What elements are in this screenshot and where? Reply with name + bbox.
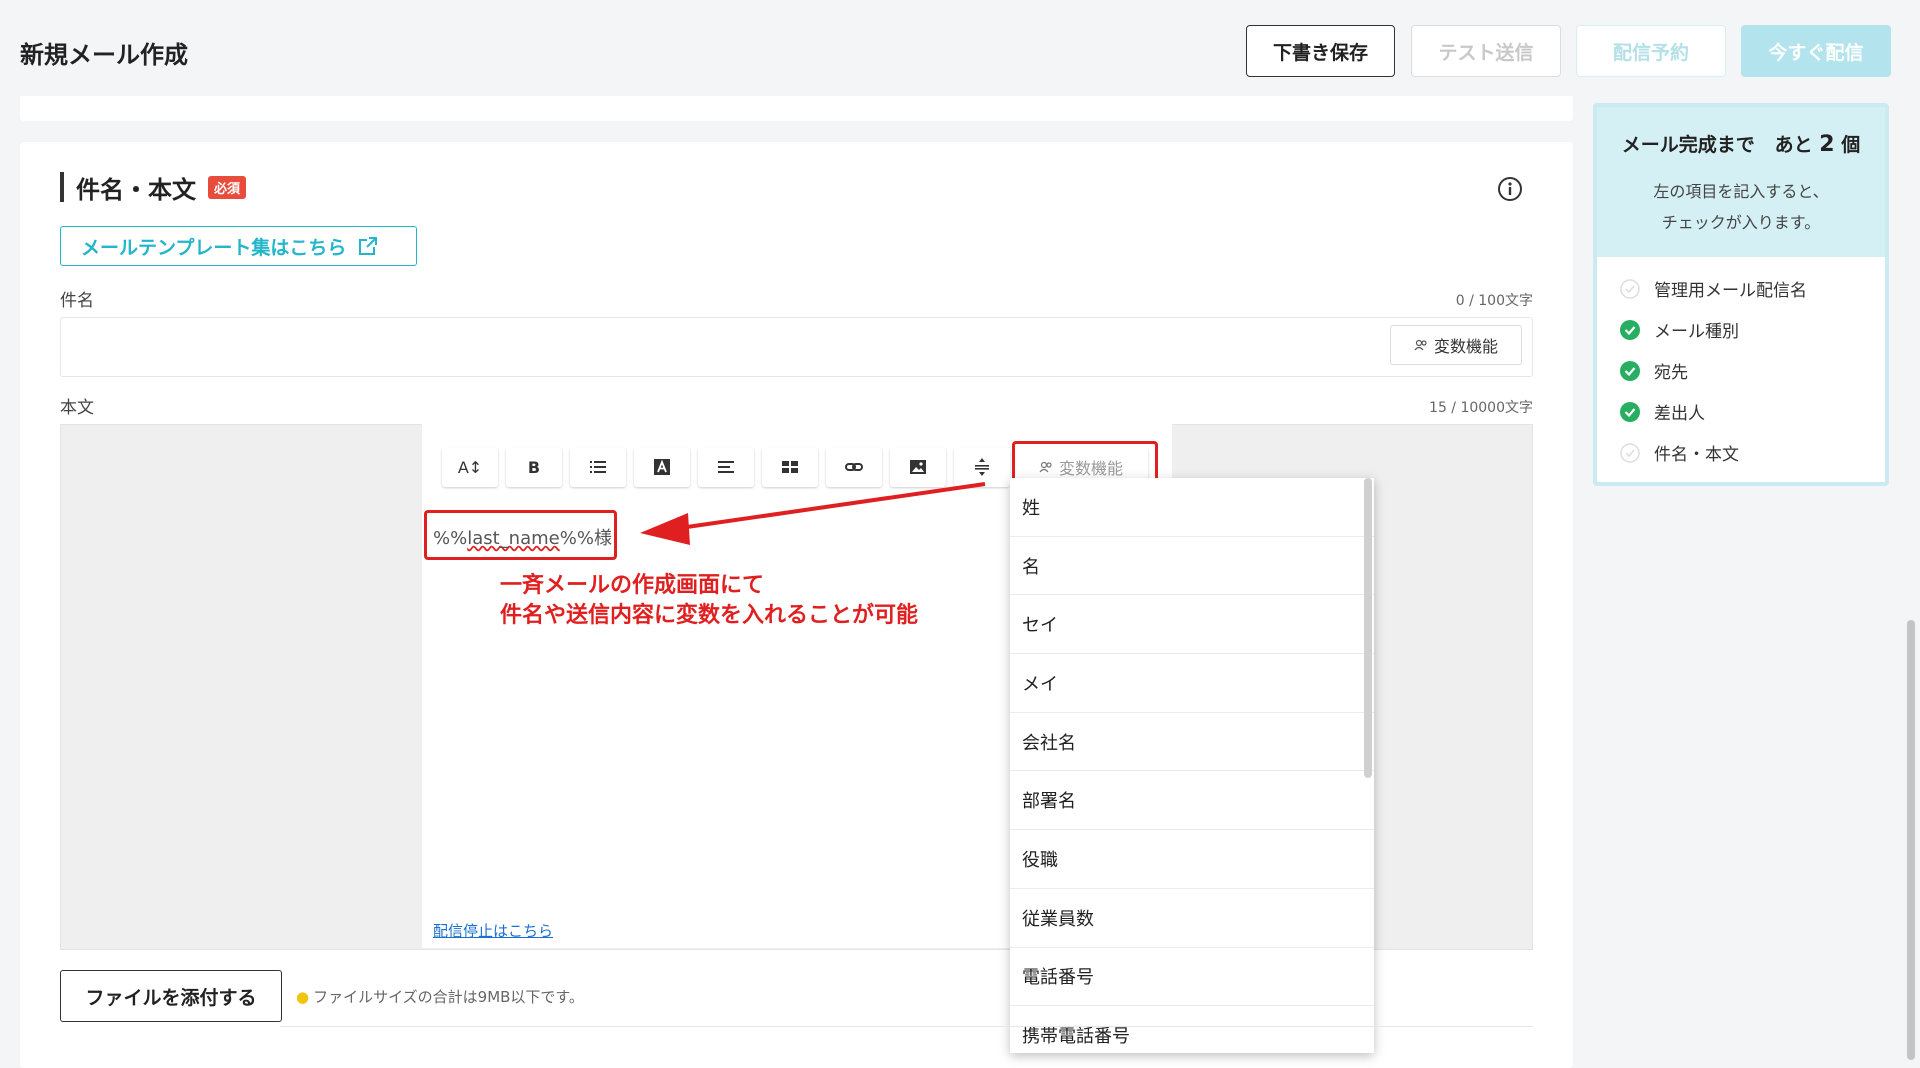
table-icon: [782, 461, 798, 473]
send-now-button[interactable]: 今すぐ配信: [1741, 25, 1891, 77]
text-color-button[interactable]: [634, 447, 690, 487]
attach-file-button[interactable]: ファイルを添付する: [60, 970, 282, 1022]
previous-section-card: [20, 96, 1573, 121]
table-button[interactable]: [762, 447, 818, 487]
section-title: 件名・本文 必須: [60, 172, 247, 204]
check-pending-icon: [1620, 442, 1640, 463]
divider: [280, 1026, 1533, 1027]
annotation-line-1: 一斉メールの作成画面にて: [500, 573, 765, 598]
dropdown-item-last-name[interactable]: 姓: [1010, 478, 1374, 537]
font-size-icon: A↕: [457, 457, 483, 477]
annotation-line-2: 件名や送信内容に変数を入れることが可能: [500, 603, 919, 628]
external-link-icon: [359, 237, 378, 255]
checklist-remaining-suffix: 個: [1841, 134, 1861, 156]
dropdown-scrollbar[interactable]: [1364, 478, 1372, 778]
variable-dropdown[interactable]: 姓 名 セイ メイ 会社名 部署名 役職 従業員数 電話番号 携帯電話番号: [1010, 478, 1374, 1053]
checklist-remaining-count: 2: [1819, 132, 1835, 157]
check-done-icon: [1620, 319, 1640, 340]
dropdown-item-department[interactable]: 部署名: [1010, 771, 1374, 831]
required-badge: 必須: [208, 175, 247, 199]
dropdown-item-first-name-kana[interactable]: メイ: [1010, 654, 1374, 713]
dropdown-item-first-name[interactable]: 名: [1010, 537, 1374, 596]
checklist-item-label: 管理用メール配信名: [1654, 281, 1807, 301]
users-icon: [1414, 339, 1427, 351]
dropdown-item-company[interactable]: 会社名: [1010, 713, 1374, 772]
body-label: 本文: [60, 398, 94, 418]
dropdown-item-last-name-kana[interactable]: セイ: [1010, 595, 1374, 655]
list-button[interactable]: [570, 447, 626, 487]
image-icon: [910, 460, 926, 474]
lightbulb-icon: ●: [296, 987, 310, 1006]
checklist-description: 左の項目を記入すると、 チェックが入ります。: [1597, 176, 1885, 238]
annotation-callout: 一斉メールの作成画面にて 件名や送信内容に変数を入れることが可能: [500, 571, 918, 631]
attachment-hint: ● ファイルサイズの合計は9MB以下です。: [296, 986, 584, 1007]
spacing-button[interactable]: [954, 447, 1010, 487]
unsubscribe-link[interactable]: 配信停止はこちら: [433, 920, 553, 941]
save-draft-button[interactable]: 下書き保存: [1246, 25, 1395, 77]
body-counter: 15 / 10000文字: [1429, 400, 1533, 416]
section-title-text: 件名・本文: [76, 175, 196, 204]
template-link[interactable]: メールテンプレート集はこちら: [60, 226, 417, 266]
checklist-item: 管理用メール配信名: [1620, 276, 1807, 301]
page-title: 新規メール作成: [20, 41, 188, 69]
list-icon: [590, 461, 606, 473]
variable-text-highlight: [424, 510, 617, 560]
page-scrollbar[interactable]: [1907, 620, 1915, 1060]
link-icon: [845, 463, 863, 471]
dropdown-item-employees[interactable]: 従業員数: [1010, 889, 1374, 948]
check-done-icon: [1620, 401, 1640, 422]
dropdown-item-phone[interactable]: 電話番号: [1010, 948, 1374, 1007]
checklist-desc-line-2: チェックが入ります。: [1661, 213, 1821, 232]
info-icon[interactable]: [1497, 176, 1523, 202]
attachment-hint-text: ファイルサイズの合計は9MB以下です。: [313, 988, 584, 1006]
font-size-button[interactable]: A↕: [442, 447, 498, 487]
dropdown-item-mobile[interactable]: 携帯電話番号: [1010, 1006, 1374, 1053]
schedule-button[interactable]: 配信予約: [1576, 25, 1726, 77]
checklist-item: 宛先: [1620, 358, 1688, 383]
checklist-item: 差出人: [1620, 399, 1705, 424]
checklist-title-text: メール完成まで: [1621, 134, 1755, 156]
bold-button[interactable]: B: [506, 447, 562, 487]
checklist-item: メール種別: [1620, 317, 1739, 342]
subject-counter: 0 / 100文字: [1455, 293, 1533, 309]
subject-variable-label: 変数機能: [1433, 339, 1498, 356]
align-left-icon: [718, 461, 734, 473]
bold-icon: B: [527, 457, 541, 477]
subject-label: 件名: [60, 291, 94, 311]
checklist-item-label: 件名・本文: [1654, 445, 1739, 465]
checklist-remaining-prefix: あと: [1774, 134, 1813, 156]
checklist-desc-line-1: 左の項目を記入すると、: [1653, 182, 1829, 201]
dropdown-item-position[interactable]: 役職: [1010, 830, 1374, 889]
subject-input[interactable]: [60, 317, 1533, 377]
image-button[interactable]: [890, 447, 946, 487]
checklist-title: メール完成まで あと 2 個: [1597, 130, 1885, 157]
checklist-item-label: 宛先: [1654, 363, 1688, 383]
template-link-label: メールテンプレート集はこちら: [81, 236, 347, 259]
align-button[interactable]: [698, 447, 754, 487]
checklist-item: 件名・本文: [1620, 440, 1739, 465]
link-button[interactable]: [826, 447, 882, 487]
check-done-icon: [1620, 360, 1640, 381]
test-send-button[interactable]: テスト送信: [1411, 25, 1561, 77]
vertical-spacing-icon: [975, 458, 989, 476]
checklist-item-label: メール種別: [1654, 322, 1739, 342]
subject-variable-button[interactable]: 変数機能: [1390, 325, 1522, 365]
check-pending-icon: [1620, 278, 1640, 299]
text-color-icon: [654, 459, 670, 475]
checklist-item-label: 差出人: [1654, 404, 1705, 424]
